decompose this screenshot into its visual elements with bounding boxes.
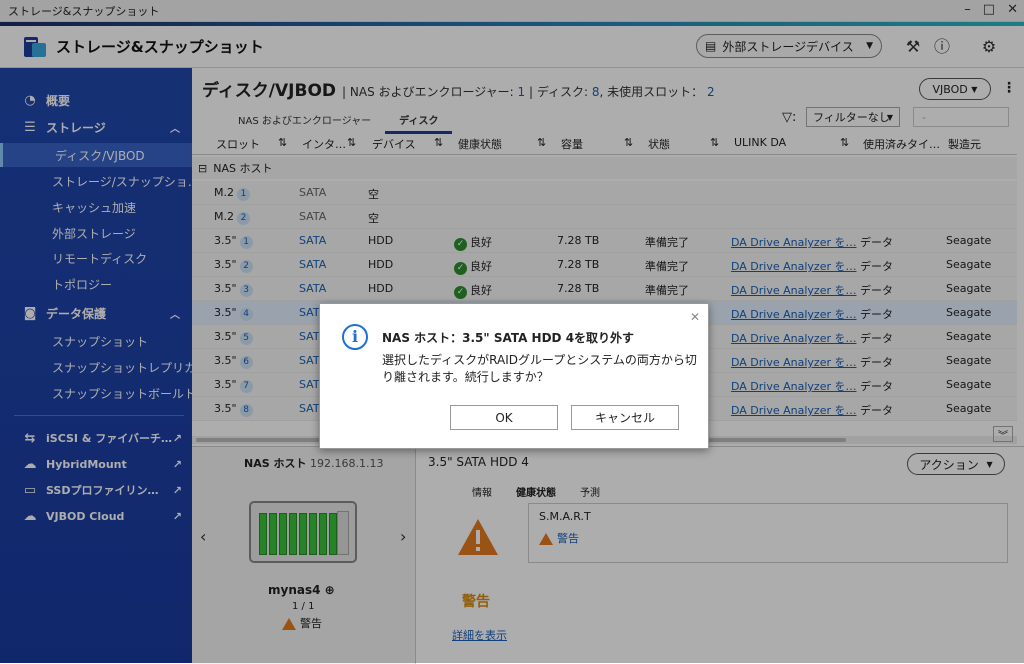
- close-icon[interactable]: ✕: [690, 310, 700, 324]
- dialog-title: NAS ホスト：3.5" SATA HDD 4を取り外す: [382, 331, 635, 345]
- dialog-message: 選択したディスクがRAIDグループとシステムの両方から切り離されます。続行します…: [382, 353, 697, 384]
- cancel-button[interactable]: キャンセル: [571, 405, 679, 430]
- info-icon: i: [342, 324, 368, 350]
- ok-button[interactable]: OK: [450, 405, 558, 430]
- confirm-dialog: i ✕ NAS ホスト：3.5" SATA HDD 4を取り外す 選択したディス…: [319, 303, 709, 449]
